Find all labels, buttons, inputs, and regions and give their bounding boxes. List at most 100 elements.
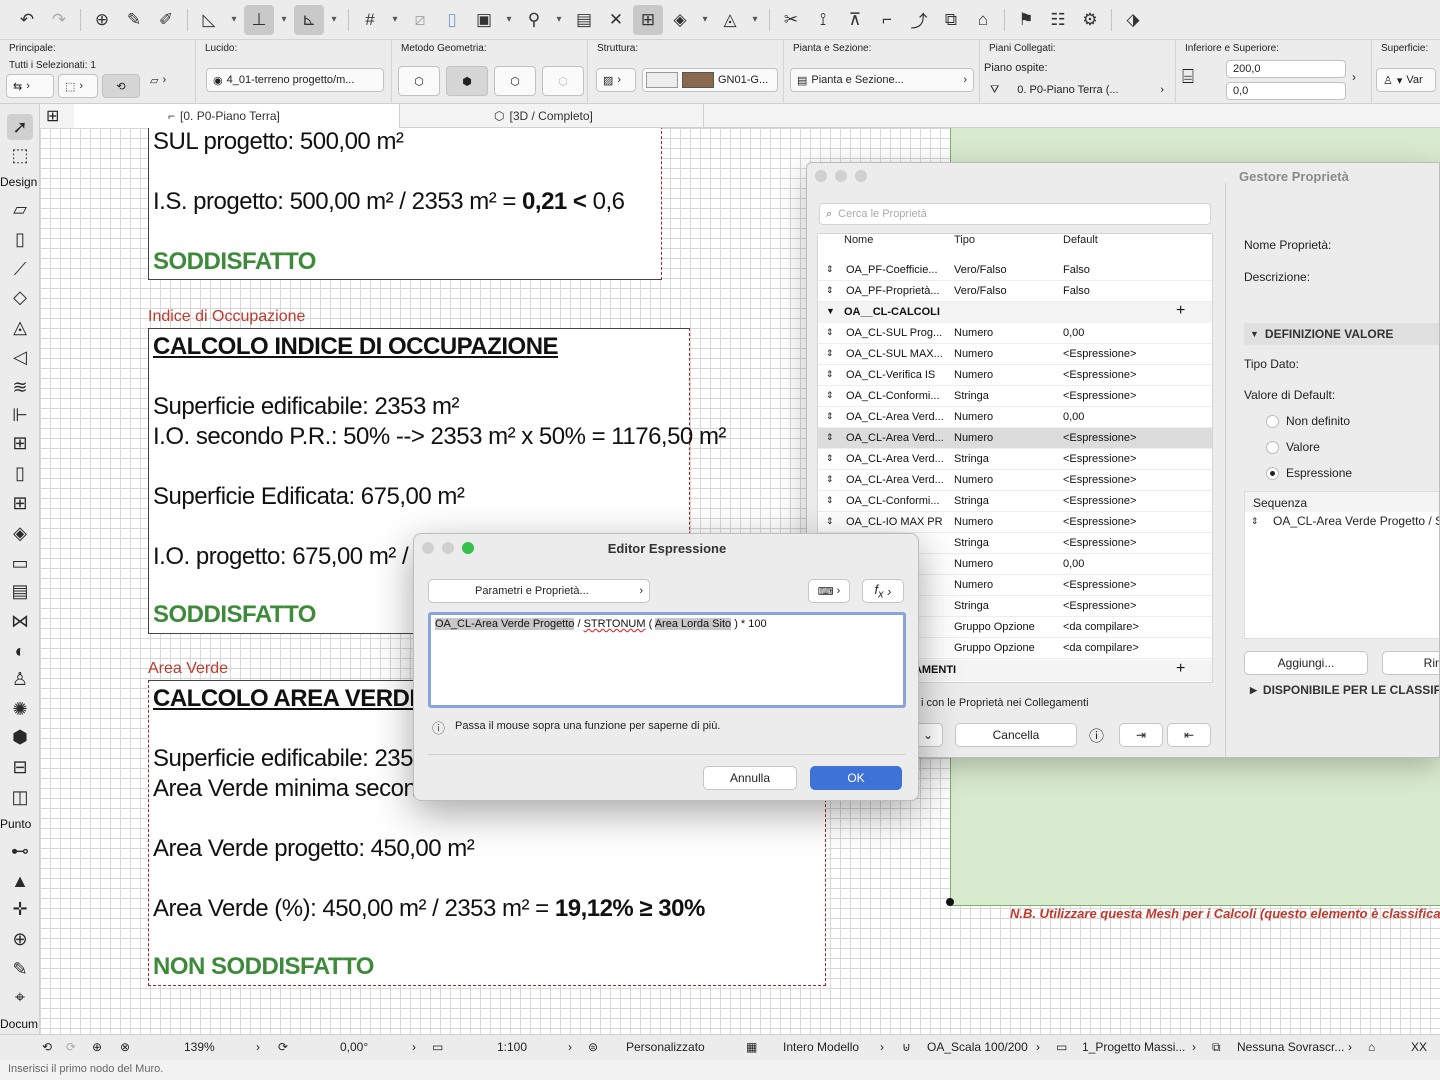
chevron-right-icon[interactable]: › <box>1348 1040 1352 1054</box>
tab-floor-plan[interactable]: ⌐ [0. P0-Piano Terra] <box>74 104 400 128</box>
marquee-tool-icon[interactable]: ⬚ <box>7 142 33 168</box>
property-row[interactable]: ⇕ OA_CL-Conformi... Stringa <Espressione> <box>818 491 1212 512</box>
property-row[interactable]: ⇕ OA_CL-Area Verd... Numero 0,00 <box>818 407 1212 428</box>
property-row[interactable]: ⇕ OA_PF-Coefficie... Vero/Falso Falso <box>818 260 1212 281</box>
grid-icon[interactable]: # <box>355 5 385 35</box>
top-offset-input[interactable]: 200,0 <box>1226 60 1346 78</box>
railing-tool-icon[interactable]: ⊩ <box>7 402 33 428</box>
renovation-value[interactable]: 1_Progetto Massi... <box>1082 1040 1185 1054</box>
grid-view-icon[interactable]: ⊞ <box>46 106 59 126</box>
morph-tool-icon[interactable]: ◐ <box>7 638 33 664</box>
property-row[interactable]: ⇕ OA_CL-Area Verd... Stringa <Espressione> <box>818 449 1212 470</box>
resize-icon[interactable]: ⧉ <box>936 5 966 35</box>
magic-wand-icon[interactable]: ⊞ <box>633 4 663 35</box>
box-tool-icon[interactable]: ⬢ <box>7 724 33 750</box>
beam-tool-icon[interactable]: ⟋ <box>7 256 33 282</box>
property-row[interactable]: ⇕ OA_CL-Verifica IS Numero <Espressione> <box>818 365 1212 386</box>
geometry-flat-button[interactable]: ⬡ <box>398 66 440 96</box>
property-row[interactable]: ⇕ OA_CL-Area Verd... Numero <Espressione> <box>818 428 1212 449</box>
wall-tool-icon[interactable]: ▱ <box>7 196 33 222</box>
minimize-window-button[interactable] <box>835 170 847 182</box>
chevron-down-icon[interactable]: ▾ <box>276 5 292 35</box>
property-row[interactable]: ⇕ OA_CL-SUL Prog... Numero 0,00 <box>818 323 1212 344</box>
surface-select[interactable]: ♙ ▾ Var <box>1376 68 1436 92</box>
curtain-wall-tool-icon[interactable]: ⊞ <box>7 430 33 456</box>
rotate-icon[interactable]: ⤴ <box>904 5 934 35</box>
chevron-down-icon[interactable]: ▾ <box>226 5 242 35</box>
stair-tool-icon[interactable]: ≋ <box>7 374 33 400</box>
roof-icon[interactable]: ⌂ <box>968 5 998 35</box>
property-row[interactable]: ⇕ OA_PF-Proprietà... Vero/Falso Falso <box>818 281 1212 302</box>
redo-zoom-icon[interactable]: ⟳ <box>66 1040 76 1054</box>
radial-dimension-tool-icon[interactable]: ⊕ <box>7 926 33 952</box>
chevron-down-icon[interactable]: ▾ <box>747 5 763 35</box>
layout-icon[interactable]: ⬗ <box>1118 5 1148 35</box>
skylight-tool-icon[interactable]: ◈ <box>7 520 33 546</box>
find-select-icon[interactable]: ⊕ <box>87 5 117 35</box>
arrow-tool-icon[interactable]: ➚ <box>7 114 33 140</box>
add-icon[interactable]: + <box>1176 660 1185 678</box>
column-tool-icon[interactable]: ▯ <box>7 226 33 252</box>
rotation-value[interactable]: 0,00° <box>340 1040 368 1054</box>
property-row[interactable]: ⇕ OA_CL-Conformi... Stringa <Espressione> <box>818 386 1212 407</box>
roof-tool-icon[interactable]: ◬ <box>7 314 33 340</box>
add-icon[interactable]: + <box>1176 302 1185 320</box>
structure-display-value[interactable]: XX <box>1411 1040 1427 1054</box>
radio-value[interactable] <box>1266 441 1279 454</box>
pen-set-value[interactable]: Personalizzato <box>626 1040 705 1054</box>
chevron-right-icon[interactable]: › <box>880 1040 884 1054</box>
sequence-item[interactable]: OA_CL-Area Verde Progetto / S <box>1273 514 1439 528</box>
zoom-value[interactable]: 139% <box>184 1040 215 1054</box>
shell-tool-icon[interactable]: ◁ <box>7 344 33 370</box>
layer-select[interactable]: ◉ 4_01-terreno progetto/m... <box>206 68 384 92</box>
corner-window-tool-icon[interactable]: ◫ <box>7 784 33 810</box>
redo-icon[interactable]: ↷ <box>44 5 74 35</box>
mesh-tool-icon[interactable]: ⋈ <box>7 608 33 634</box>
geometry-slope-button[interactable]: ⬢ <box>446 66 488 96</box>
explode-icon[interactable]: ✕ <box>601 5 631 35</box>
slab-tool-icon[interactable]: ◇ <box>7 284 33 310</box>
expression-sequence-list[interactable]: Sequenza ⇕ OA_CL-Area Verde Progetto / S <box>1244 491 1439 639</box>
trim-icon[interactable]: ▣ <box>469 5 499 35</box>
ok-button[interactable]: OK <box>810 766 902 790</box>
keyboard-operators-button[interactable]: ⌨ › <box>808 579 850 603</box>
links-checkbox-label[interactable]: i con le Proprietà nei Collegamenti <box>921 697 1089 709</box>
col-name[interactable]: Nome <box>844 234 873 252</box>
elevate-icon[interactable]: ⊼ <box>840 5 870 35</box>
adjust-icon[interactable]: ◬ <box>715 5 745 35</box>
delete-button[interactable]: Cancella <box>955 723 1077 747</box>
override-value[interactable]: Nessuna Sovrascr... <box>1237 1040 1344 1054</box>
chevron-right-icon[interactable]: › <box>1192 1040 1196 1054</box>
geometry-box-button[interactable]: ⬡ <box>494 66 536 96</box>
chevron-right-icon[interactable]: › <box>412 1040 416 1054</box>
tab-3d[interactable]: ⬡ [3D / Completo] <box>400 104 704 128</box>
snap-icon[interactable]: ⊥ <box>244 4 274 35</box>
camera-tool-icon[interactable]: ⌖ <box>7 984 33 1010</box>
property-group[interactable]: ▼ OA__CL-CALCOLI + <box>818 302 1212 323</box>
expression-input[interactable]: OA_CL-Area Verde Progetto / STRTONUM ( A… <box>428 612 906 708</box>
hotspot-tool-icon[interactable]: ✛ <box>7 896 33 922</box>
zoom-window-button[interactable] <box>855 170 867 182</box>
close-window-button[interactable] <box>815 170 827 182</box>
offset-icon[interactable]: ◈ <box>665 5 695 35</box>
lamp-tool-icon[interactable]: ✺ <box>7 696 33 722</box>
split-icon[interactable]: ✂ <box>776 5 806 35</box>
structure-type-button[interactable]: ▨ › <box>596 68 636 92</box>
zoom-icon[interactable]: ⊕ <box>92 1040 102 1054</box>
host-story-select[interactable]: ⛛ 0. P0-Piano Terra (... › <box>984 78 1170 102</box>
chevron-right-icon[interactable]: › <box>568 1040 572 1054</box>
scale-value[interactable]: 1:100 <box>497 1040 527 1054</box>
dimension-tool-icon[interactable]: ⊷ <box>7 838 33 864</box>
col-type[interactable]: Tipo <box>954 234 975 252</box>
magic-wand-button[interactable]: ⟲ <box>102 74 140 98</box>
object-tool-icon[interactable]: ♙ <box>7 666 33 692</box>
chevron-down-icon[interactable]: ▾ <box>501 5 517 35</box>
property-row[interactable]: ⇕ OA_CL-IO MAX PR Numero <Espressione> <box>818 512 1212 533</box>
floor-plan-section-button[interactable]: ▤ Pianta e Sezione... › <box>790 68 974 92</box>
chevron-right-icon[interactable]: › <box>256 1040 260 1054</box>
info-icon[interactable]: ⓘ <box>1089 725 1104 746</box>
dimension-value[interactable]: OA_Scala 100/200 <box>927 1040 1028 1054</box>
available-classifications-section[interactable]: ▶ DISPONIBILE PER LE CLASSIFI <box>1244 679 1439 701</box>
parameters-properties-button[interactable]: Parametri e Proprietà... › <box>428 579 650 603</box>
fillet-icon[interactable]: ⌐ <box>872 5 902 35</box>
